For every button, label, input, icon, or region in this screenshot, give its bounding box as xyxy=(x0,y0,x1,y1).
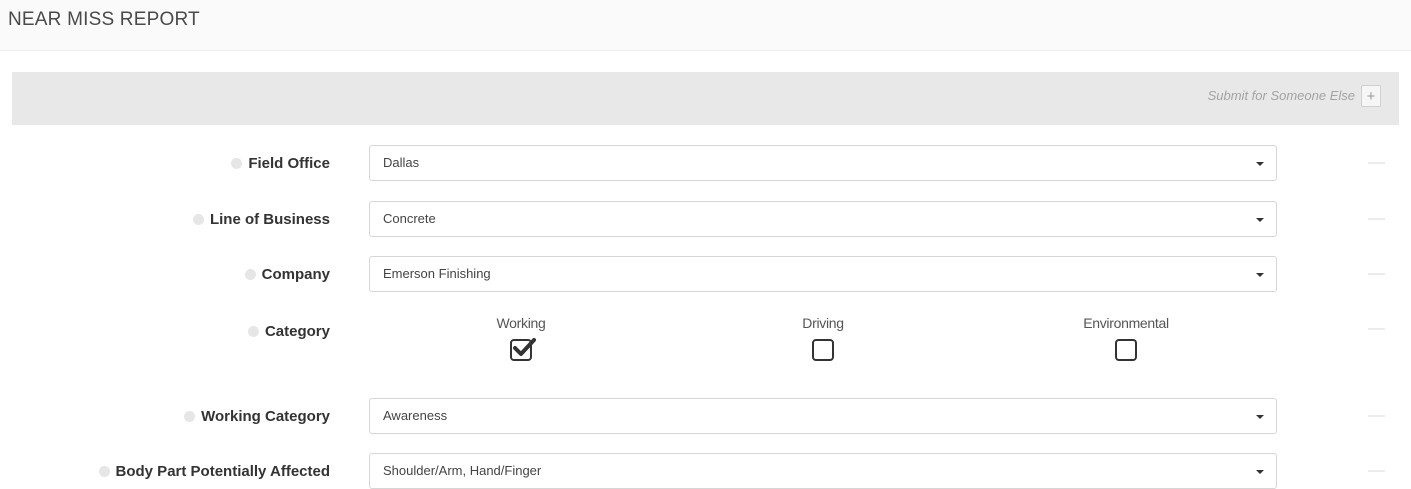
page-header: NEAR MISS REPORT xyxy=(0,0,1411,51)
submit-for-someone-else-bar: Submit for Someone Else + xyxy=(12,72,1399,125)
line-of-business-label: Line of Business xyxy=(192,211,330,228)
company-label: Company xyxy=(244,266,330,283)
info-dot-icon xyxy=(231,158,243,169)
category-option-label: Environmental xyxy=(1083,315,1169,331)
info-dot-icon xyxy=(192,214,204,225)
working-checkbox[interactable] xyxy=(510,338,536,361)
line-of-business-label-text: Line of Business xyxy=(209,211,330,228)
remove-field-dash[interactable] xyxy=(1368,273,1385,275)
company-select[interactable]: Emerson Finishing xyxy=(369,256,1277,292)
category-label: Category xyxy=(247,323,330,340)
category-option-environmental[interactable]: Environmental xyxy=(1046,315,1206,361)
working-category-select[interactable]: Awareness xyxy=(369,398,1277,434)
remove-field-dash[interactable] xyxy=(1368,415,1385,417)
field-office-label-text: Field Office xyxy=(248,155,330,172)
working-category-value: Awareness xyxy=(383,408,448,423)
body-part-label-text: Body Part Potentially Affected xyxy=(115,463,330,480)
driving-checkbox[interactable] xyxy=(812,339,834,361)
remove-field-dash[interactable] xyxy=(1368,470,1385,472)
category-option-label: Driving xyxy=(802,315,844,331)
remove-field-dash[interactable] xyxy=(1368,218,1385,220)
chevron-down-icon xyxy=(1256,470,1264,474)
working-category-label-text: Working Category xyxy=(201,408,330,425)
working-category-label: Working Category xyxy=(184,408,330,425)
line-of-business-select[interactable]: Concrete xyxy=(369,201,1277,237)
body-part-value: Shoulder/Arm, Hand/Finger xyxy=(383,463,542,478)
category-label-text: Category xyxy=(264,323,330,340)
info-dot-icon xyxy=(244,269,256,280)
body-part-label: Body Part Potentially Affected xyxy=(98,463,330,480)
info-dot-icon xyxy=(98,466,110,477)
page-title: NEAR MISS REPORT xyxy=(8,9,200,30)
category-option-working[interactable]: Working xyxy=(441,315,601,361)
chevron-down-icon xyxy=(1256,218,1264,222)
submit-for-someone-else-label: Submit for Someone Else xyxy=(1207,88,1355,103)
field-office-select[interactable]: Dallas xyxy=(369,145,1277,181)
check-icon xyxy=(513,338,536,356)
category-option-label: Working xyxy=(496,315,546,331)
field-office-value: Dallas xyxy=(383,155,420,170)
field-office-label: Field Office xyxy=(231,155,330,172)
chevron-down-icon xyxy=(1256,415,1264,419)
submit-for-someone-else-button[interactable]: + xyxy=(1361,85,1381,107)
company-label-text: Company xyxy=(261,266,330,283)
plus-icon: + xyxy=(1366,88,1376,105)
info-dot-icon xyxy=(247,326,259,337)
category-option-driving[interactable]: Driving xyxy=(743,315,903,361)
body-part-select[interactable]: Shoulder/Arm, Hand/Finger xyxy=(369,453,1277,489)
company-value: Emerson Finishing xyxy=(383,266,491,281)
remove-field-dash[interactable] xyxy=(1368,328,1385,330)
environmental-checkbox[interactable] xyxy=(1115,339,1137,361)
remove-field-dash[interactable] xyxy=(1368,162,1385,164)
chevron-down-icon xyxy=(1256,273,1264,277)
info-dot-icon xyxy=(184,411,196,422)
line-of-business-value: Concrete xyxy=(383,211,436,226)
chevron-down-icon xyxy=(1256,162,1264,166)
